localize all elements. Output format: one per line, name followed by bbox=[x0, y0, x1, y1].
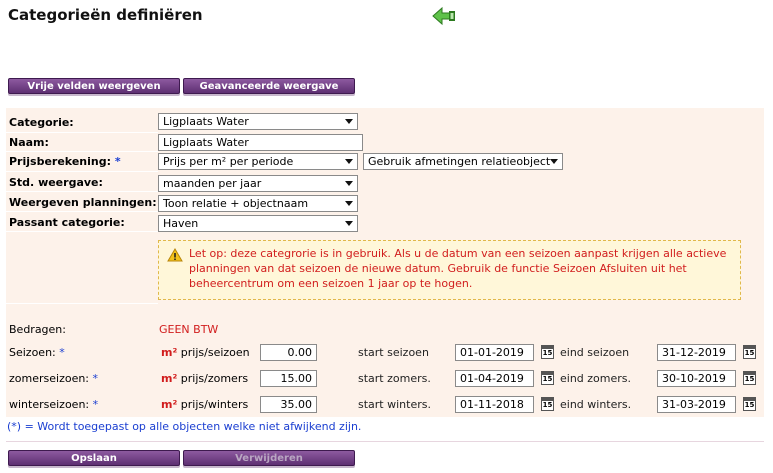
calendar-icon[interactable]: 15 bbox=[541, 397, 554, 411]
winter-start-input[interactable]: 01-11-2018 bbox=[455, 396, 534, 413]
passant-label: Passant categorie: bbox=[9, 216, 125, 229]
chevron-down-icon bbox=[550, 159, 558, 164]
amounts-label: Bedragen: bbox=[9, 323, 66, 336]
back-arrow-icon[interactable] bbox=[432, 5, 456, 27]
delete-button[interactable]: Verwijderen bbox=[183, 450, 355, 466]
free-fields-button[interactable]: Vrije velden weergeven bbox=[8, 78, 180, 94]
winter-end-input[interactable]: 31-03-2019 bbox=[657, 396, 736, 413]
winter-start-label: start winters. bbox=[358, 398, 431, 411]
season-start-label: start seizoen bbox=[358, 346, 429, 359]
row-separator bbox=[6, 171, 158, 172]
winter-price-input[interactable]: 35.00 bbox=[260, 396, 317, 413]
row-separator bbox=[6, 211, 158, 212]
divider bbox=[6, 441, 764, 442]
calendar-icon[interactable]: 15 bbox=[743, 345, 756, 359]
page-title: Categorieën definiëren bbox=[8, 6, 203, 24]
passant-select[interactable]: Haven bbox=[158, 215, 358, 232]
passant-value: Haven bbox=[163, 217, 199, 230]
pricing-label: Prijsberekening: * bbox=[9, 155, 121, 168]
calendar-icon[interactable]: 15 bbox=[743, 397, 756, 411]
season-end-label: eind seizoen bbox=[560, 346, 630, 359]
row-separator bbox=[6, 191, 158, 192]
planning-view-label: Weergeven planningen: bbox=[9, 196, 157, 209]
planning-view-value: Toon relatie + objectnaam bbox=[163, 197, 309, 210]
required-footnote: (*) = Wordt toegepast op alle objecten w… bbox=[7, 420, 362, 433]
row-separator bbox=[6, 132, 158, 133]
name-input[interactable]: Ligplaats Water bbox=[158, 134, 363, 151]
summer-start-input[interactable]: 01-04-2019 bbox=[455, 370, 534, 387]
category-value: Ligplaats Water bbox=[163, 115, 249, 128]
season-start-input[interactable]: 01-01-2019 bbox=[455, 344, 534, 361]
category-select[interactable]: Ligplaats Water bbox=[158, 113, 358, 130]
warning-icon bbox=[167, 248, 183, 262]
warning-box: Let op: deze categrorie is in gebruik. A… bbox=[158, 240, 741, 300]
planning-view-select[interactable]: Toon relatie + objectnaam bbox=[158, 195, 358, 212]
summer-end-input[interactable]: 30-10-2019 bbox=[657, 370, 736, 387]
chevron-down-icon bbox=[345, 201, 353, 206]
pricing-value: Prijs per m² per periode bbox=[163, 155, 294, 168]
name-label: Naam: bbox=[9, 136, 49, 149]
calendar-icon[interactable]: 15 bbox=[541, 345, 554, 359]
warning-text: Let op: deze categrorie is in gebruik. A… bbox=[189, 247, 727, 290]
chevron-down-icon bbox=[345, 181, 353, 186]
chevron-down-icon bbox=[345, 119, 353, 124]
row-separator bbox=[6, 303, 158, 304]
season-end-input[interactable]: 31-12-2019 bbox=[657, 344, 736, 361]
calendar-icon[interactable]: 15 bbox=[541, 371, 554, 385]
default-view-label: Std. weergave: bbox=[9, 176, 103, 189]
summer-start-label: start zomers. bbox=[358, 372, 431, 385]
advanced-view-button[interactable]: Geavanceerde weergave bbox=[183, 78, 355, 94]
summer-season-label: zomerseizoen: * bbox=[9, 372, 99, 385]
default-view-select[interactable]: maanden per jaar bbox=[158, 175, 358, 192]
save-button[interactable]: Opslaan bbox=[8, 450, 180, 466]
chevron-down-icon bbox=[345, 221, 353, 226]
winter-price-label: m² prijs/winters bbox=[161, 398, 249, 411]
season-price-label: m² prijs/seizoen bbox=[161, 346, 250, 359]
winter-season-label: winterseizoen: * bbox=[9, 398, 99, 411]
row-separator bbox=[6, 151, 158, 152]
summer-price-input[interactable]: 15.00 bbox=[260, 370, 317, 387]
row-separator bbox=[6, 231, 158, 232]
default-view-value: maanden per jaar bbox=[163, 177, 262, 190]
season-label: Seizoen: * bbox=[9, 346, 65, 359]
vat-status: GEEN BTW bbox=[159, 323, 219, 336]
pricing-select[interactable]: Prijs per m² per periode bbox=[158, 153, 358, 170]
winter-end-label: eind winters. bbox=[560, 398, 632, 411]
season-price-input[interactable]: 0.00 bbox=[260, 344, 317, 361]
calendar-icon[interactable]: 15 bbox=[743, 371, 756, 385]
chevron-down-icon bbox=[345, 159, 353, 164]
dimension-select[interactable]: Gebruik afmetingen relatieobject bbox=[363, 153, 563, 170]
summer-price-label: m² prijs/zomers bbox=[161, 372, 249, 385]
category-label: Categorie: bbox=[9, 116, 74, 129]
summer-end-label: eind zomers. bbox=[560, 372, 632, 385]
dimension-value: Gebruik afmetingen relatieobject bbox=[368, 155, 551, 168]
